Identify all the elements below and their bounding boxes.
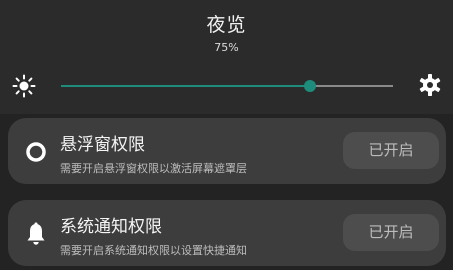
bell-icon (23, 221, 49, 247)
notification-permission-button[interactable]: 已开启 (343, 214, 439, 251)
notification-permission-description: 需要开启系统通知权限以设置快捷通知 (60, 244, 247, 257)
sun-icon (12, 74, 36, 98)
overlay-permission-button[interactable]: 已开启 (343, 132, 439, 169)
overlay-permission-title: 悬浮窗权限 (60, 135, 145, 155)
page-title: 夜览 (206, 14, 247, 36)
overlay-permission-description: 需要开启悬浮窗权限以激活屏幕遮罩层 (60, 162, 247, 175)
notification-permission-title: 系统通知权限 (60, 217, 162, 237)
night-mode-panel: 夜览 75% (0, 0, 453, 114)
overlay-permission-card: 悬浮窗权限 需要开启悬浮窗权限以激活屏幕遮罩层 已开启 (8, 118, 446, 184)
ring-icon (23, 139, 49, 165)
brightness-slider[interactable] (61, 79, 393, 93)
slider-fill (61, 85, 310, 87)
brightness-percent: 75% (214, 41, 239, 54)
gear-icon[interactable] (418, 73, 442, 97)
slider-thumb[interactable] (304, 80, 316, 92)
notification-permission-card: 系统通知权限 需要开启系统通知权限以设置快捷通知 已开启 (8, 200, 446, 266)
